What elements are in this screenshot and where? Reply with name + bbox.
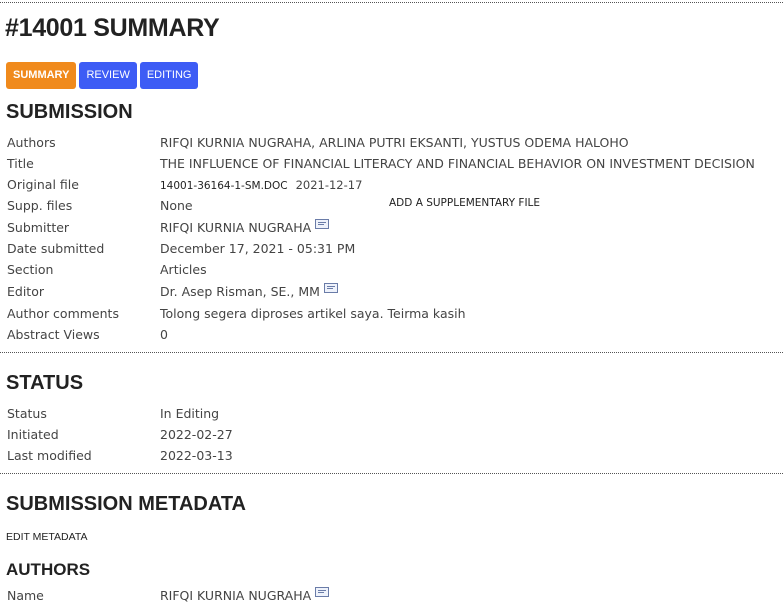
supp-files-row: Supp. files None ADD A SUPPLEMENTARY FIL… [0,195,783,216]
status-value: In Editing [160,406,220,421]
submitter-row: Submitter RIFQI KURNIA NUGRAHA [0,217,783,238]
authors-label: Authors [7,135,56,150]
abstract-views-row: Abstract Views 0 [0,324,783,345]
editor-row: Editor Dr. Asep Risman, SE., MM [0,281,783,302]
section-value: Articles [160,262,207,277]
title-label: Title [7,156,34,171]
submitter-label: Submitter [7,220,70,235]
status-heading: STATUS [6,372,84,394]
editor-value: Dr. Asep Risman, SE., MM [160,284,320,299]
date-submitted-row: Date submitted December 17, 2021 - 05:31… [0,238,783,259]
tab-editing[interactable]: EDITING [139,62,199,89]
tab-bar: SUMMARY REVIEW EDITING [6,62,199,89]
supp-files-label: Supp. files [7,198,73,213]
page-title: #14001 SUMMARY [5,14,220,42]
abstract-views-label: Abstract Views [7,327,100,342]
divider [0,352,783,353]
envelope-icon[interactable] [323,283,338,293]
author-comments-value: Tolong segera diproses artikel saya. Tei… [160,306,466,321]
original-file-label: Original file [7,177,79,192]
section-row: Section Articles [0,259,783,280]
date-submitted-value: December 17, 2021 - 05:31 PM [160,241,356,256]
section-label: Section [7,262,54,277]
submission-metadata-heading: SUBMISSION METADATA [6,493,246,515]
author-comments-label: Author comments [7,306,119,321]
abstract-views-value: 0 [160,327,168,342]
original-file-row: Original file 14001-36164-1-SM.DOC 2021-… [0,174,783,195]
author-comments-row: Author comments Tolong segera diproses a… [0,303,783,324]
last-modified-row: Last modified 2022-03-13 [0,445,783,466]
top-divider [0,2,783,3]
envelope-icon[interactable] [315,219,330,229]
status-row: Status In Editing [0,403,783,424]
initiated-label: Initiated [7,427,59,442]
name-label: Name [7,588,44,603]
submission-heading: SUBMISSION [6,101,133,123]
original-file-date: 2021-12-17 [295,178,363,192]
add-supplementary-file-link[interactable]: ADD A SUPPLEMENTARY FILE [389,193,540,214]
tab-summary[interactable]: SUMMARY [6,62,77,89]
edit-metadata-link[interactable]: EDIT METADATA [6,531,87,543]
initiated-row: Initiated 2022-02-27 [0,424,783,445]
author-name-value: RIFQI KURNIA NUGRAHA [160,588,312,603]
title-row: Title THE INFLUENCE OF FINANCIAL LITERAC… [0,153,783,174]
supp-files-value: None [160,198,193,213]
authors-heading: AUTHORS [6,560,91,579]
envelope-icon[interactable] [315,587,330,597]
tab-review[interactable]: REVIEW [79,62,137,89]
last-modified-value: 2022-03-13 [160,448,233,463]
submitter-value: RIFQI KURNIA NUGRAHA [160,220,312,235]
title-value: THE INFLUENCE OF FINANCIAL LITERACY AND … [160,156,755,171]
original-file-link[interactable]: 14001-36164-1-SM.DOC [160,180,288,192]
authors-value: RIFQI KURNIA NUGRAHA, ARLINA PUTRI EKSAN… [160,135,629,150]
status-label: Status [7,406,47,421]
divider [0,473,783,474]
last-modified-label: Last modified [7,448,92,463]
author-name-row: Name RIFQI KURNIA NUGRAHA [0,585,783,606]
initiated-value: 2022-02-27 [160,427,233,442]
editor-label: Editor [7,284,44,299]
date-submitted-label: Date submitted [7,241,105,256]
authors-row: Authors RIFQI KURNIA NUGRAHA, ARLINA PUT… [0,132,783,153]
